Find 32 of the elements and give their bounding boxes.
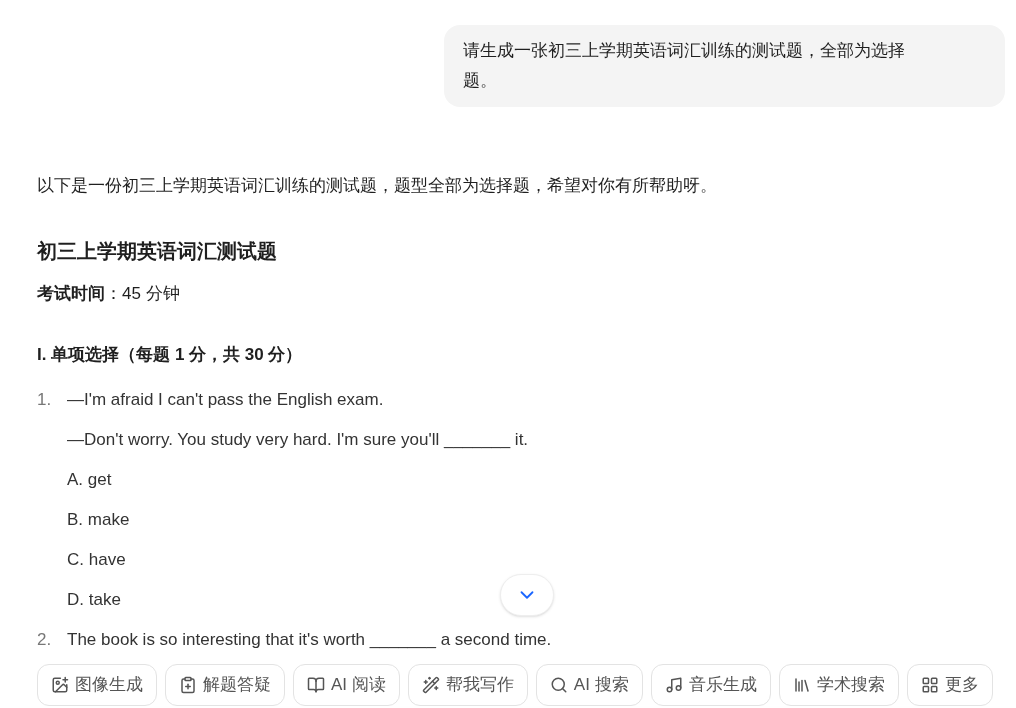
question-line: A. get [67,469,112,491]
question-text: —I'm afraid I can't pass the English exam. [67,389,384,411]
book-icon [307,676,325,694]
scroll-down-button[interactable] [500,574,554,616]
tool-button[interactable]: 帮我写作 [407,664,528,706]
image-plus-icon [51,676,69,694]
search-icon [549,676,568,694]
question-text: The book is so interesting that it's worth _______ a second time. [67,629,552,651]
question-number: 1. [37,389,53,411]
question-line: C. have [67,549,126,571]
tool-button[interactable]: AI 搜索 [535,664,643,706]
quiz-title: 初三上学期英语词汇测试题 [37,239,278,264]
tool-button[interactable]: 学术搜索 [778,664,899,706]
tool-button[interactable]: 图像生成 [37,664,157,706]
question-line: D. take [67,589,121,611]
question-number: 2. [37,629,53,651]
grid-icon [920,676,939,694]
music-note-icon [664,676,683,694]
books-icon [792,676,811,694]
tool-button[interactable]: AI 阅读 [293,664,400,706]
wand-icon [421,676,440,694]
reply-intro: 以下是一份初三上学期英语词汇训练的测试题，题型全部为选择题，希望对你有所帮助呀。 [37,175,718,197]
exam-time-label: 考试时间 [37,283,105,305]
question-line: —Don't worry. You study very hard. I'm sure you'll _______ it. [67,429,529,451]
tool-button[interactable]: 音乐生成 [650,664,771,706]
tool-button[interactable]: 更多 [906,664,993,706]
exam-time-value: ：45 分钟 [105,283,180,305]
section-heading: I. 单项选择（每题 1 分，共 30 分） [37,344,304,366]
user-message-bubble: 请生成一张初三上学期英语词汇训练的测试题，全部为选择题。 [444,25,1005,107]
tool-button[interactable]: 解题答疑 [165,664,285,706]
question-line: B. make [67,509,130,531]
clipboard-icon [179,676,197,694]
